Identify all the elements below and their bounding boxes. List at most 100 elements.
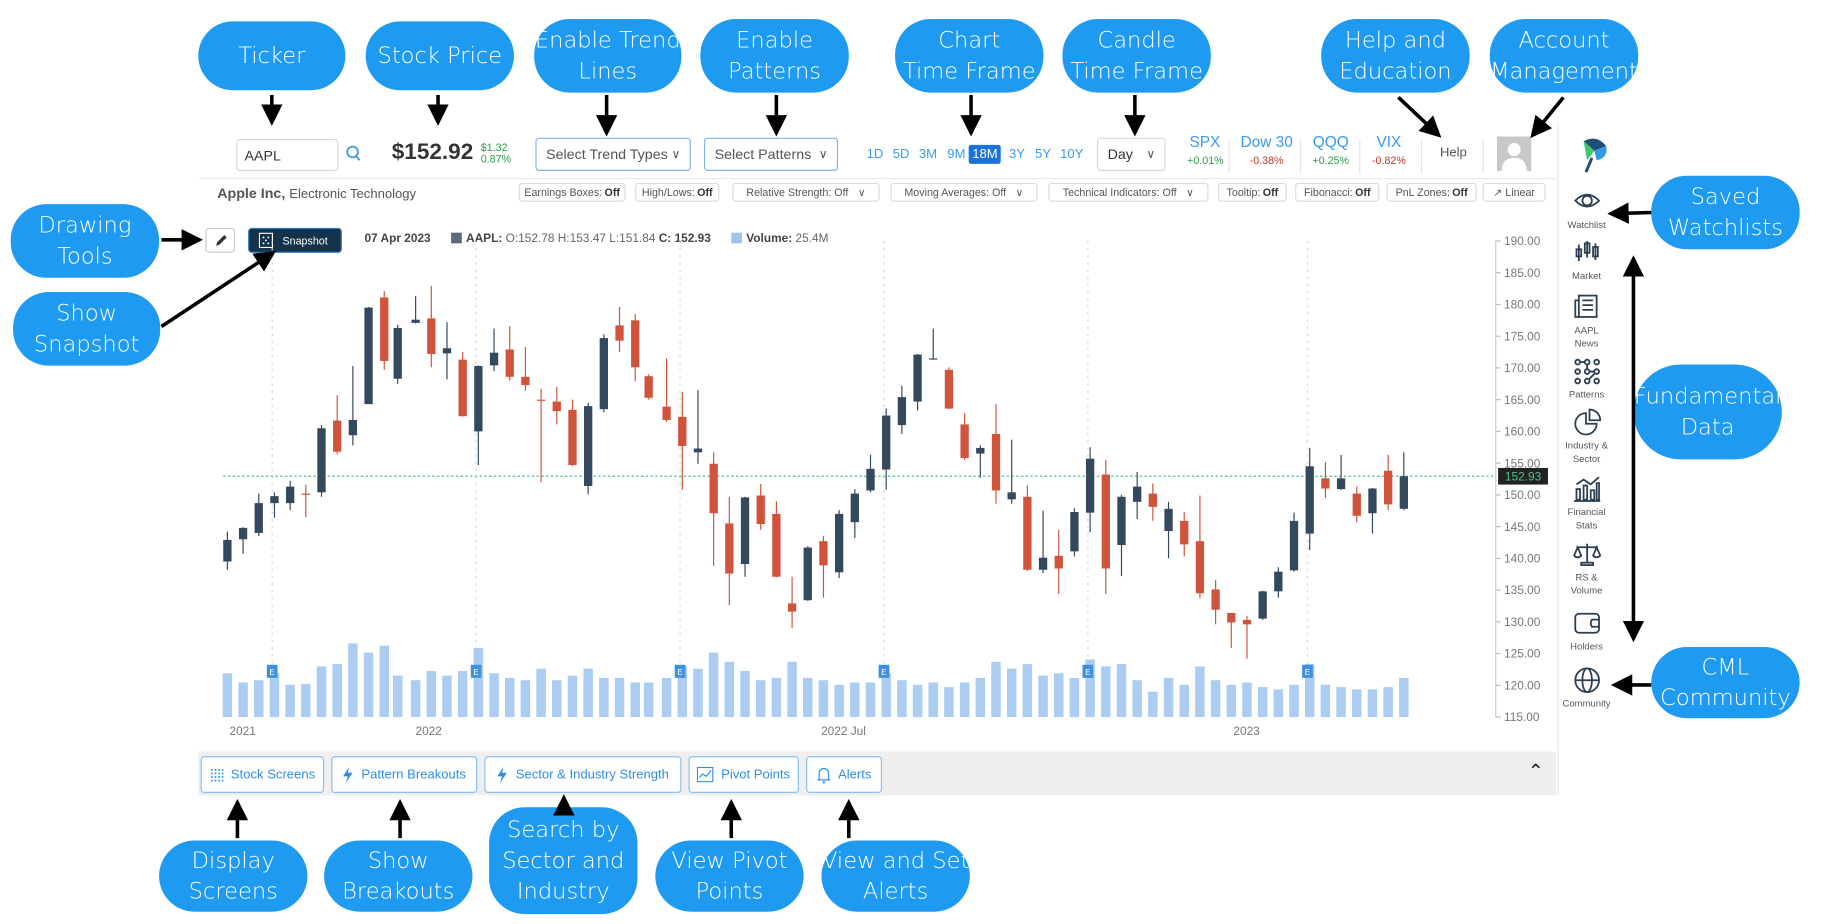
candle (317, 428, 326, 493)
candle (521, 376, 530, 386)
line-chart-icon (697, 766, 714, 783)
volume-bar (991, 661, 1001, 718)
annotation-sector: Search by Sector and Industry (489, 807, 638, 915)
volume-bar (1022, 664, 1033, 718)
sidebar-item-financial-stats[interactable]: Financial Stats (1559, 475, 1615, 532)
annotation-breakouts: Show Breakouts (324, 840, 473, 912)
sidebar-item-rs-volume[interactable]: RS & Volume (1559, 540, 1615, 597)
candle (301, 493, 310, 495)
volume-bar (552, 680, 562, 718)
bell-icon (817, 766, 831, 783)
volume-bar (442, 675, 452, 718)
volume-bar (520, 680, 531, 718)
bottom-button-label: Alerts (838, 767, 872, 782)
volume-bar (693, 668, 703, 718)
volume-bar (724, 661, 735, 718)
candle (505, 349, 514, 377)
annotation-stock-price: Stock Price (365, 21, 515, 91)
sidebar-item-market[interactable]: Market (1559, 239, 1615, 283)
annotation-chart-tf: Chart Time Frame (895, 18, 1044, 93)
volume-bar (1210, 680, 1221, 718)
logo-icon[interactable] (1578, 137, 1611, 175)
annotation-drawing: Drawing Tools (10, 204, 160, 278)
bottom-button-alerts[interactable]: Alerts (806, 756, 883, 793)
y-tick-label: 160.00 (1504, 425, 1541, 439)
annotation-account: Account Management (1489, 18, 1639, 93)
collapse-chevron-icon[interactable]: ⌃ (1528, 760, 1544, 784)
sidebar-item-label: Market (1572, 270, 1602, 282)
y-tick-label: 175.00 (1504, 329, 1541, 343)
y-tick-label: 125.00 (1504, 647, 1541, 661)
sidebar-item-aapl-news[interactable]: AAPL News (1559, 293, 1615, 350)
volume-bar (850, 682, 860, 718)
candle (1180, 520, 1189, 545)
y-tick-label: 115.00 (1504, 710, 1540, 724)
sidebar-item-label: AAPL News (1574, 325, 1599, 350)
volume-bar (1101, 666, 1111, 718)
volume-bar (1148, 691, 1158, 718)
y-tick-label: 165.00 (1504, 393, 1541, 407)
annotation-patterns: Enable Patterns (700, 18, 849, 93)
volume-bar (944, 687, 954, 718)
x-tick-label: 2022 Jul (821, 724, 866, 738)
volume-bar (332, 664, 342, 718)
volume-bar (1273, 689, 1284, 718)
earnings-marker-label: E (473, 667, 479, 677)
sidebar-item-watchlist[interactable]: Watchlist (1559, 188, 1615, 232)
volume-bar (504, 677, 515, 718)
y-tick-label: 130.00 (1504, 615, 1541, 629)
bottom-button-sector-industry-strength[interactable]: Sector & Industry Strength (484, 756, 682, 793)
x-tick-label: 2021 (229, 724, 256, 738)
candle (568, 409, 577, 466)
sidebar-item-holders[interactable]: Holders (1559, 609, 1615, 653)
volume-bar (1399, 677, 1409, 718)
volume-bar (1336, 687, 1346, 718)
candle (1211, 589, 1220, 610)
volume-bar (363, 652, 374, 718)
candle (1070, 511, 1079, 552)
bottom-button-pattern-breakouts[interactable]: Pattern Breakouts (331, 756, 478, 793)
candle (458, 359, 467, 417)
candle (1242, 619, 1252, 625)
lightning-icon (342, 766, 354, 783)
x-tick-label: 2022 (415, 724, 441, 738)
x-tick-label: 2023 (1233, 724, 1260, 738)
bottom-button-stock-screens[interactable]: Stock Screens (200, 756, 325, 793)
volume-bar (1242, 682, 1252, 718)
lightning-icon (497, 766, 509, 783)
earnings-marker-label: E (269, 667, 275, 677)
volume-bar (661, 677, 672, 718)
candle (584, 406, 593, 486)
y-tick-label: 150.00 (1504, 488, 1541, 502)
candle (662, 406, 671, 420)
sidebar-item-label: Patterns (1568, 389, 1605, 401)
candle (1038, 557, 1048, 570)
candle (631, 320, 640, 368)
candle (1085, 458, 1095, 513)
candle (1321, 478, 1330, 489)
volume-bar (1195, 666, 1205, 718)
volume-bar (1226, 684, 1237, 718)
price-chart[interactable]: 190.00 185.00 180.00 175.00 170.00 165.00 160.… (0, 0, 1557, 748)
annotation-watchlists: Saved Watchlists (1651, 175, 1800, 250)
volume-bar (1006, 668, 1017, 718)
volume-bar (959, 682, 970, 718)
bottom-button-label: Pivot Points (721, 767, 791, 782)
sidebar-item-industry-sector[interactable]: Industry & Sector (1559, 408, 1615, 465)
volume-bar (787, 661, 797, 718)
volume-bar (1257, 687, 1268, 718)
bottom-button-pivot-points[interactable]: Pivot Points (688, 756, 799, 793)
arrow (1607, 202, 1652, 224)
sidebar-item-label: Community (1562, 698, 1611, 709)
annotation-help: Help and Education (1321, 18, 1470, 93)
sidebar-item-community[interactable]: Community (1559, 666, 1615, 710)
volume-bar (1069, 677, 1080, 718)
sidebar-item-patterns[interactable]: Patterns (1559, 357, 1615, 401)
annotation-fundamental: Fundamental Data (1633, 364, 1782, 460)
candle (489, 352, 499, 366)
sidebar-item-label: Watchlist (1567, 219, 1606, 231)
volume-bar (222, 673, 233, 718)
candle (442, 348, 452, 354)
candle (1227, 612, 1236, 623)
pattern-icon (1559, 357, 1615, 385)
